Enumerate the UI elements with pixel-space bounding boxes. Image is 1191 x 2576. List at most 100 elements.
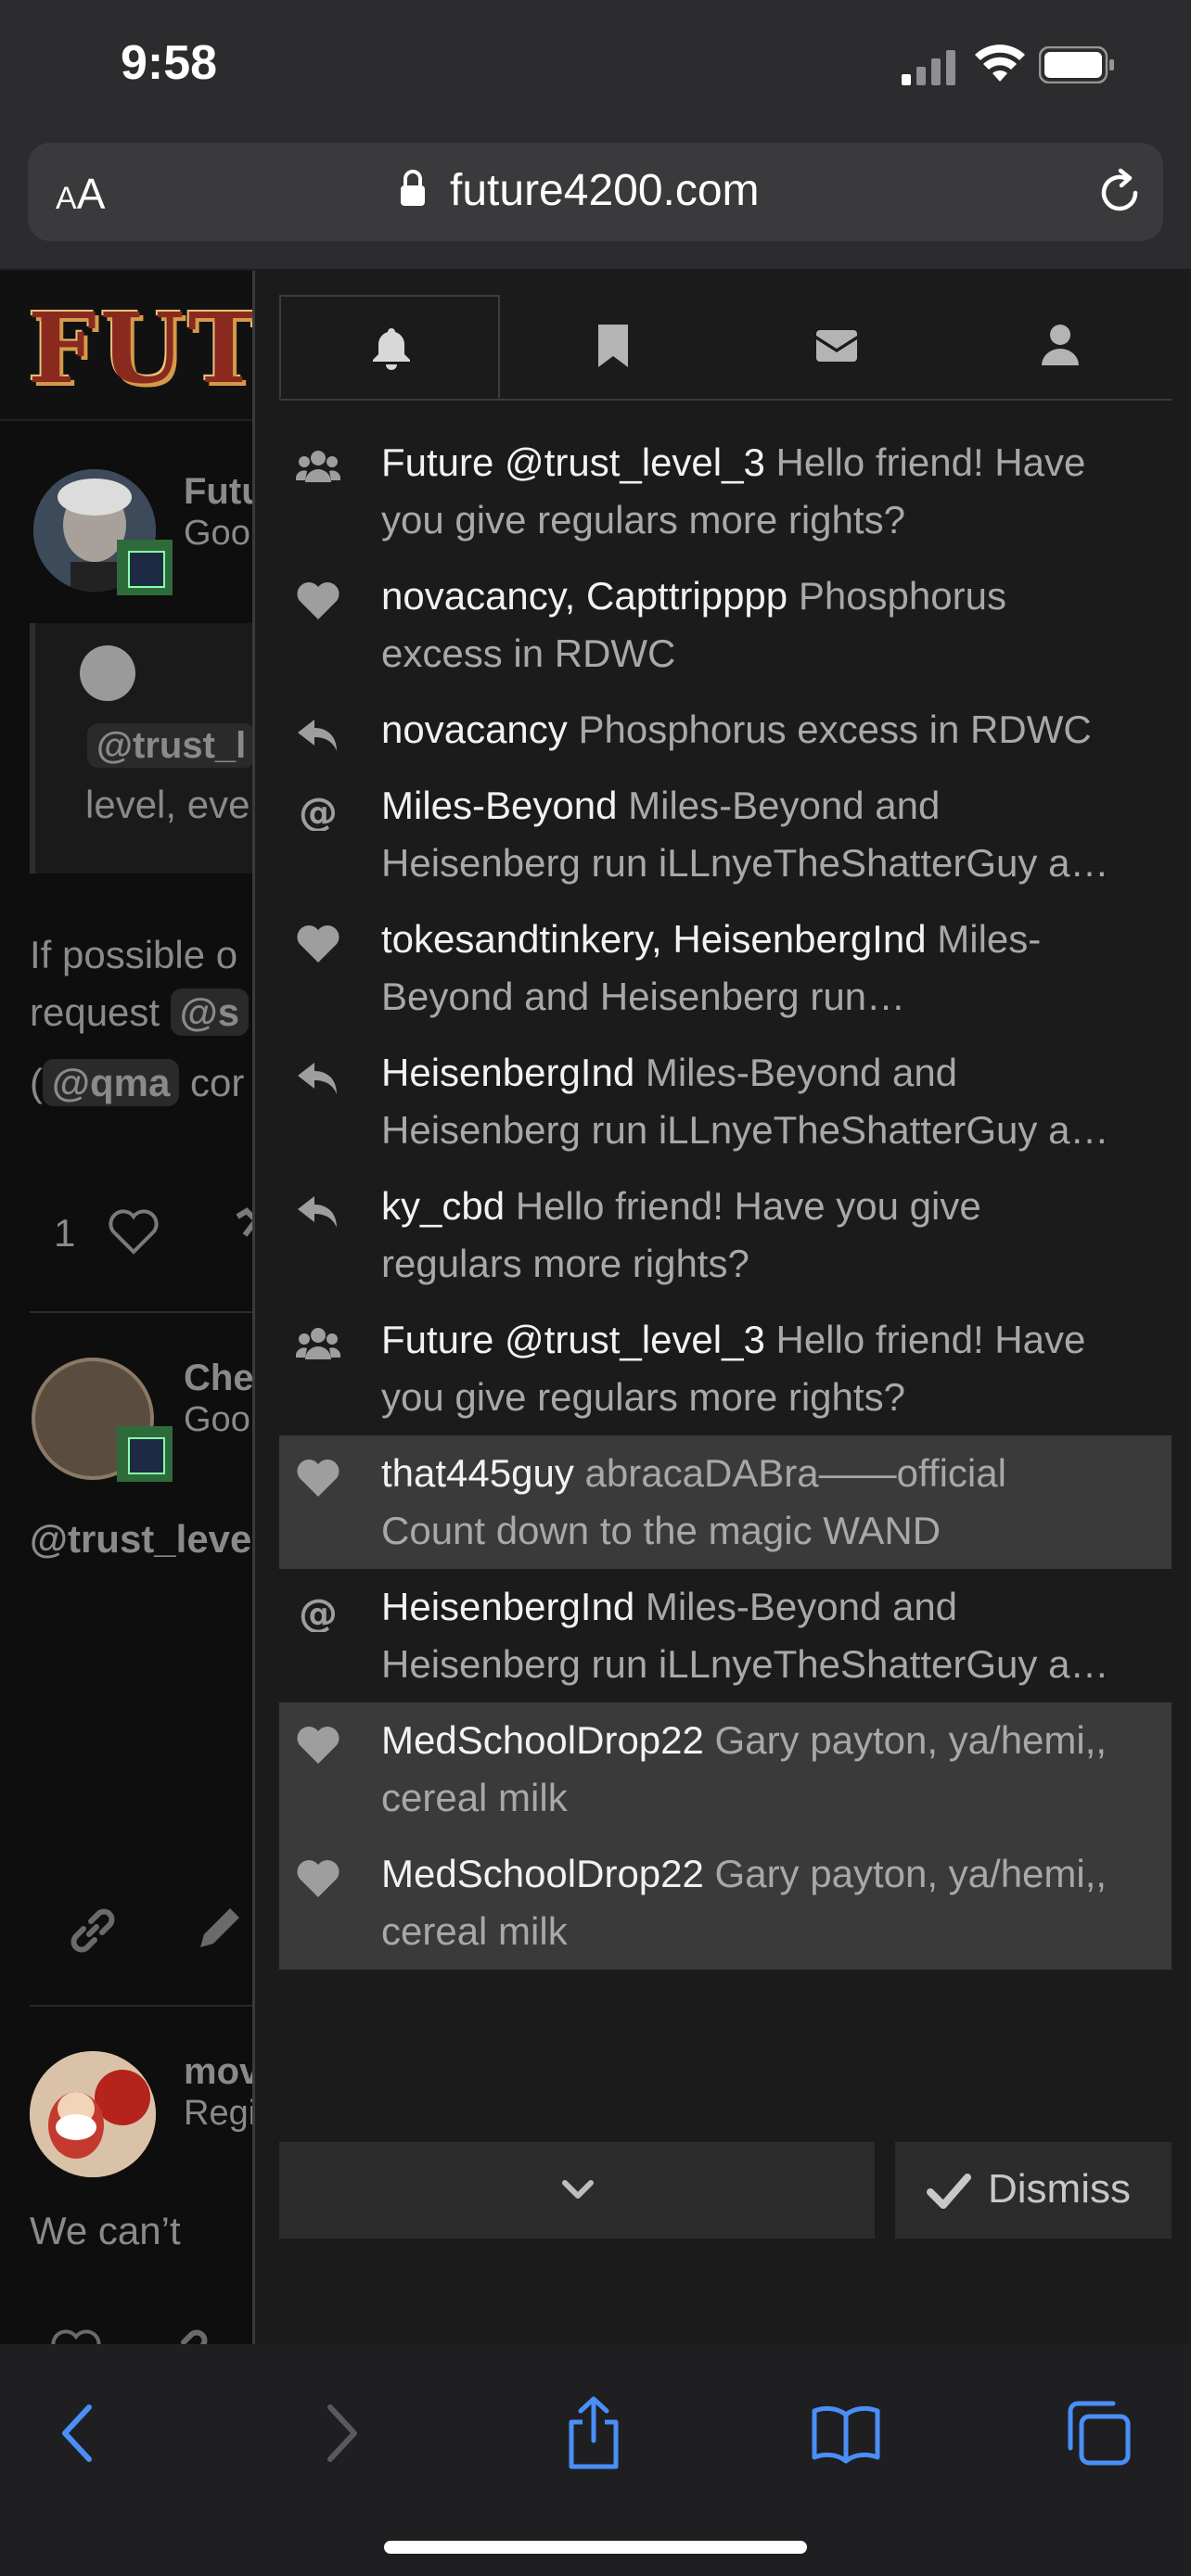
notification-description-line: cereal milk <box>381 1776 568 1819</box>
notification-item[interactable]: that445guy abracaDABra——official Count do… <box>279 1435 1172 1569</box>
heart-icon[interactable] <box>50 2329 102 2344</box>
tabs-icon[interactable] <box>1061 2396 1135 2470</box>
notification-username: Future @trust_level_3 <box>381 1318 765 1361</box>
link-icon[interactable] <box>160 2326 211 2344</box>
share-icon[interactable] <box>557 2396 631 2470</box>
post-username[interactable]: Che <box>184 1358 254 1399</box>
forward-icon[interactable] <box>302 2396 377 2470</box>
notification-description-line: you give regulars more rights? <box>381 1375 905 1419</box>
tab-bookmarks[interactable] <box>503 295 724 399</box>
avatar-santa-icon <box>30 2051 156 2177</box>
heart-icon <box>296 1725 340 1766</box>
bookmark-icon <box>598 325 628 367</box>
notification-description: Hello friend! Have <box>764 440 1086 484</box>
post-username[interactable]: mov <box>184 2051 260 2093</box>
reply-icon <box>296 1057 340 1098</box>
notification-username: novacancy, Capttripppp <box>381 574 788 618</box>
notification-item[interactable]: Future @trust_level_3 Hello friend! Have… <box>279 425 1172 558</box>
reload-icon[interactable] <box>1095 167 1146 219</box>
notification-item[interactable]: MedSchoolDrop22 Gary payton, ya/hemi,, ce… <box>279 1836 1172 1970</box>
tab-notifications[interactable] <box>279 295 500 399</box>
site-header: FUTU <box>0 271 348 421</box>
notification-item[interactable]: novacancy, Capttripppp Phosphorus excess … <box>279 558 1172 692</box>
notification-username: HeisenbergInd <box>381 1585 635 1628</box>
notification-item[interactable]: tokesandtinkery, HeisenbergInd Miles- Bey… <box>279 901 1172 1035</box>
check-icon <box>927 2174 971 2209</box>
heart-icon <box>296 1458 340 1498</box>
heart-icon <box>296 924 340 964</box>
status-bar: 9:58 <box>0 0 1191 139</box>
notification-username: novacancy <box>381 708 568 751</box>
notification-username: MedSchoolDrop22 <box>381 1718 704 1762</box>
wifi-icon <box>975 45 1025 82</box>
badge-icon <box>117 540 173 595</box>
show-more-button[interactable] <box>279 2142 875 2238</box>
notification-description: Phosphorus <box>788 574 1006 618</box>
user-icon <box>1042 325 1079 365</box>
heart-icon[interactable] <box>108 1209 160 1256</box>
address-bar[interactable]: AA future4200.com <box>28 143 1163 241</box>
notification-item[interactable]: MedSchoolDrop22 Gary payton, ya/hemi,, ce… <box>279 1702 1172 1836</box>
notification-list: Future @trust_level_3 Hello friend! Have… <box>279 425 1172 1970</box>
notification-item[interactable]: HeisenbergInd Miles-Beyond and Heisenberg… <box>279 1035 1172 1168</box>
cellular-signal-icon <box>902 50 955 85</box>
notification-username: HeisenbergInd <box>381 1051 635 1094</box>
reply-icon <box>296 714 340 755</box>
tab-messages[interactable] <box>726 295 947 399</box>
notification-description: abracaDABra——official <box>573 1451 1006 1495</box>
lock-icon <box>401 170 425 206</box>
badge-icon <box>117 1426 173 1482</box>
mention[interactable]: @qma <box>43 1059 180 1106</box>
chevron-down-icon <box>562 2180 594 2199</box>
quote-avatar <box>80 645 135 701</box>
bookmarks-book-icon[interactable] <box>809 2396 883 2470</box>
back-icon[interactable] <box>43 2396 117 2470</box>
dismiss-button[interactable]: Dismiss <box>895 2142 1172 2238</box>
mention[interactable]: @trust_l <box>87 723 256 768</box>
notification-item[interactable]: @ Miles-Beyond Miles-Beyond and Heisenberg… <box>279 768 1172 901</box>
quote-block: @trust_l level, eve <box>30 623 260 874</box>
notification-description-line: you give regulars more rights? <box>381 498 905 542</box>
notification-description: Gary payton, ya/hemi,, <box>703 1852 1108 1895</box>
reply-icon <box>296 1191 340 1231</box>
link-icon[interactable] <box>219 1207 256 1259</box>
tab-profile[interactable] <box>950 295 1171 399</box>
group-icon <box>295 447 341 488</box>
svg-text:@: @ <box>299 790 338 831</box>
notification-username: MedSchoolDrop22 <box>381 1852 704 1895</box>
envelope-icon <box>816 330 857 362</box>
battery-icon <box>1039 46 1114 83</box>
post-divider <box>30 1311 254 1313</box>
mention[interactable]: @trust_leve <box>30 1517 251 1562</box>
text-size-button[interactable]: AA <box>56 169 105 219</box>
notification-description: Hello friend! Have <box>764 1318 1086 1361</box>
notification-item[interactable]: ky_cbd Hello friend! Have you give regula… <box>279 1168 1172 1302</box>
post-body-text: request <box>30 990 171 1034</box>
browser-toolbar <box>0 2344 1191 2576</box>
avatar[interactable] <box>30 2051 156 2177</box>
notification-item[interactable]: novacancy Phosphorus excess in RDWC <box>279 692 1172 768</box>
at-icon: @ <box>296 789 340 835</box>
notification-description-line: Beyond and Heisenberg run… <box>381 975 906 1018</box>
link-icon[interactable] <box>67 1905 119 1957</box>
notification-username: Future @trust_level_3 <box>381 440 765 484</box>
heart-icon <box>296 580 340 621</box>
mention[interactable]: @s <box>170 988 250 1036</box>
browser-address-area: AA future4200.com <box>0 139 1191 271</box>
notification-description-line: Count down to the magic WAND <box>381 1509 941 1552</box>
user-menu-panel: Future @trust_level_3 Hello friend! Have… <box>252 271 1191 2344</box>
edit-pencil-icon[interactable] <box>191 1901 247 1957</box>
notification-item[interactable]: Future @trust_level_3 Hello friend! Have… <box>279 1302 1172 1435</box>
notification-description: Hello friend! Have you give <box>505 1184 981 1228</box>
post-body-line: If possible o <box>30 933 238 976</box>
url-text[interactable]: future4200.com <box>450 165 760 216</box>
notification-description: Miles-Beyond and <box>634 1585 958 1628</box>
notification-description: Gary payton, ya/hemi,, <box>703 1718 1108 1762</box>
user-menu-tabs <box>279 295 1172 401</box>
notification-description-line: regulars more rights? <box>381 1242 749 1285</box>
notification-description: Miles-Beyond and <box>634 1051 958 1094</box>
post-user-title: Goo <box>184 514 250 553</box>
like-count: 1 <box>54 1211 76 1255</box>
notification-item[interactable]: @ HeisenbergInd Miles-Beyond and Heisenber… <box>279 1569 1172 1702</box>
notification-description-line: cereal milk <box>381 1909 568 1953</box>
